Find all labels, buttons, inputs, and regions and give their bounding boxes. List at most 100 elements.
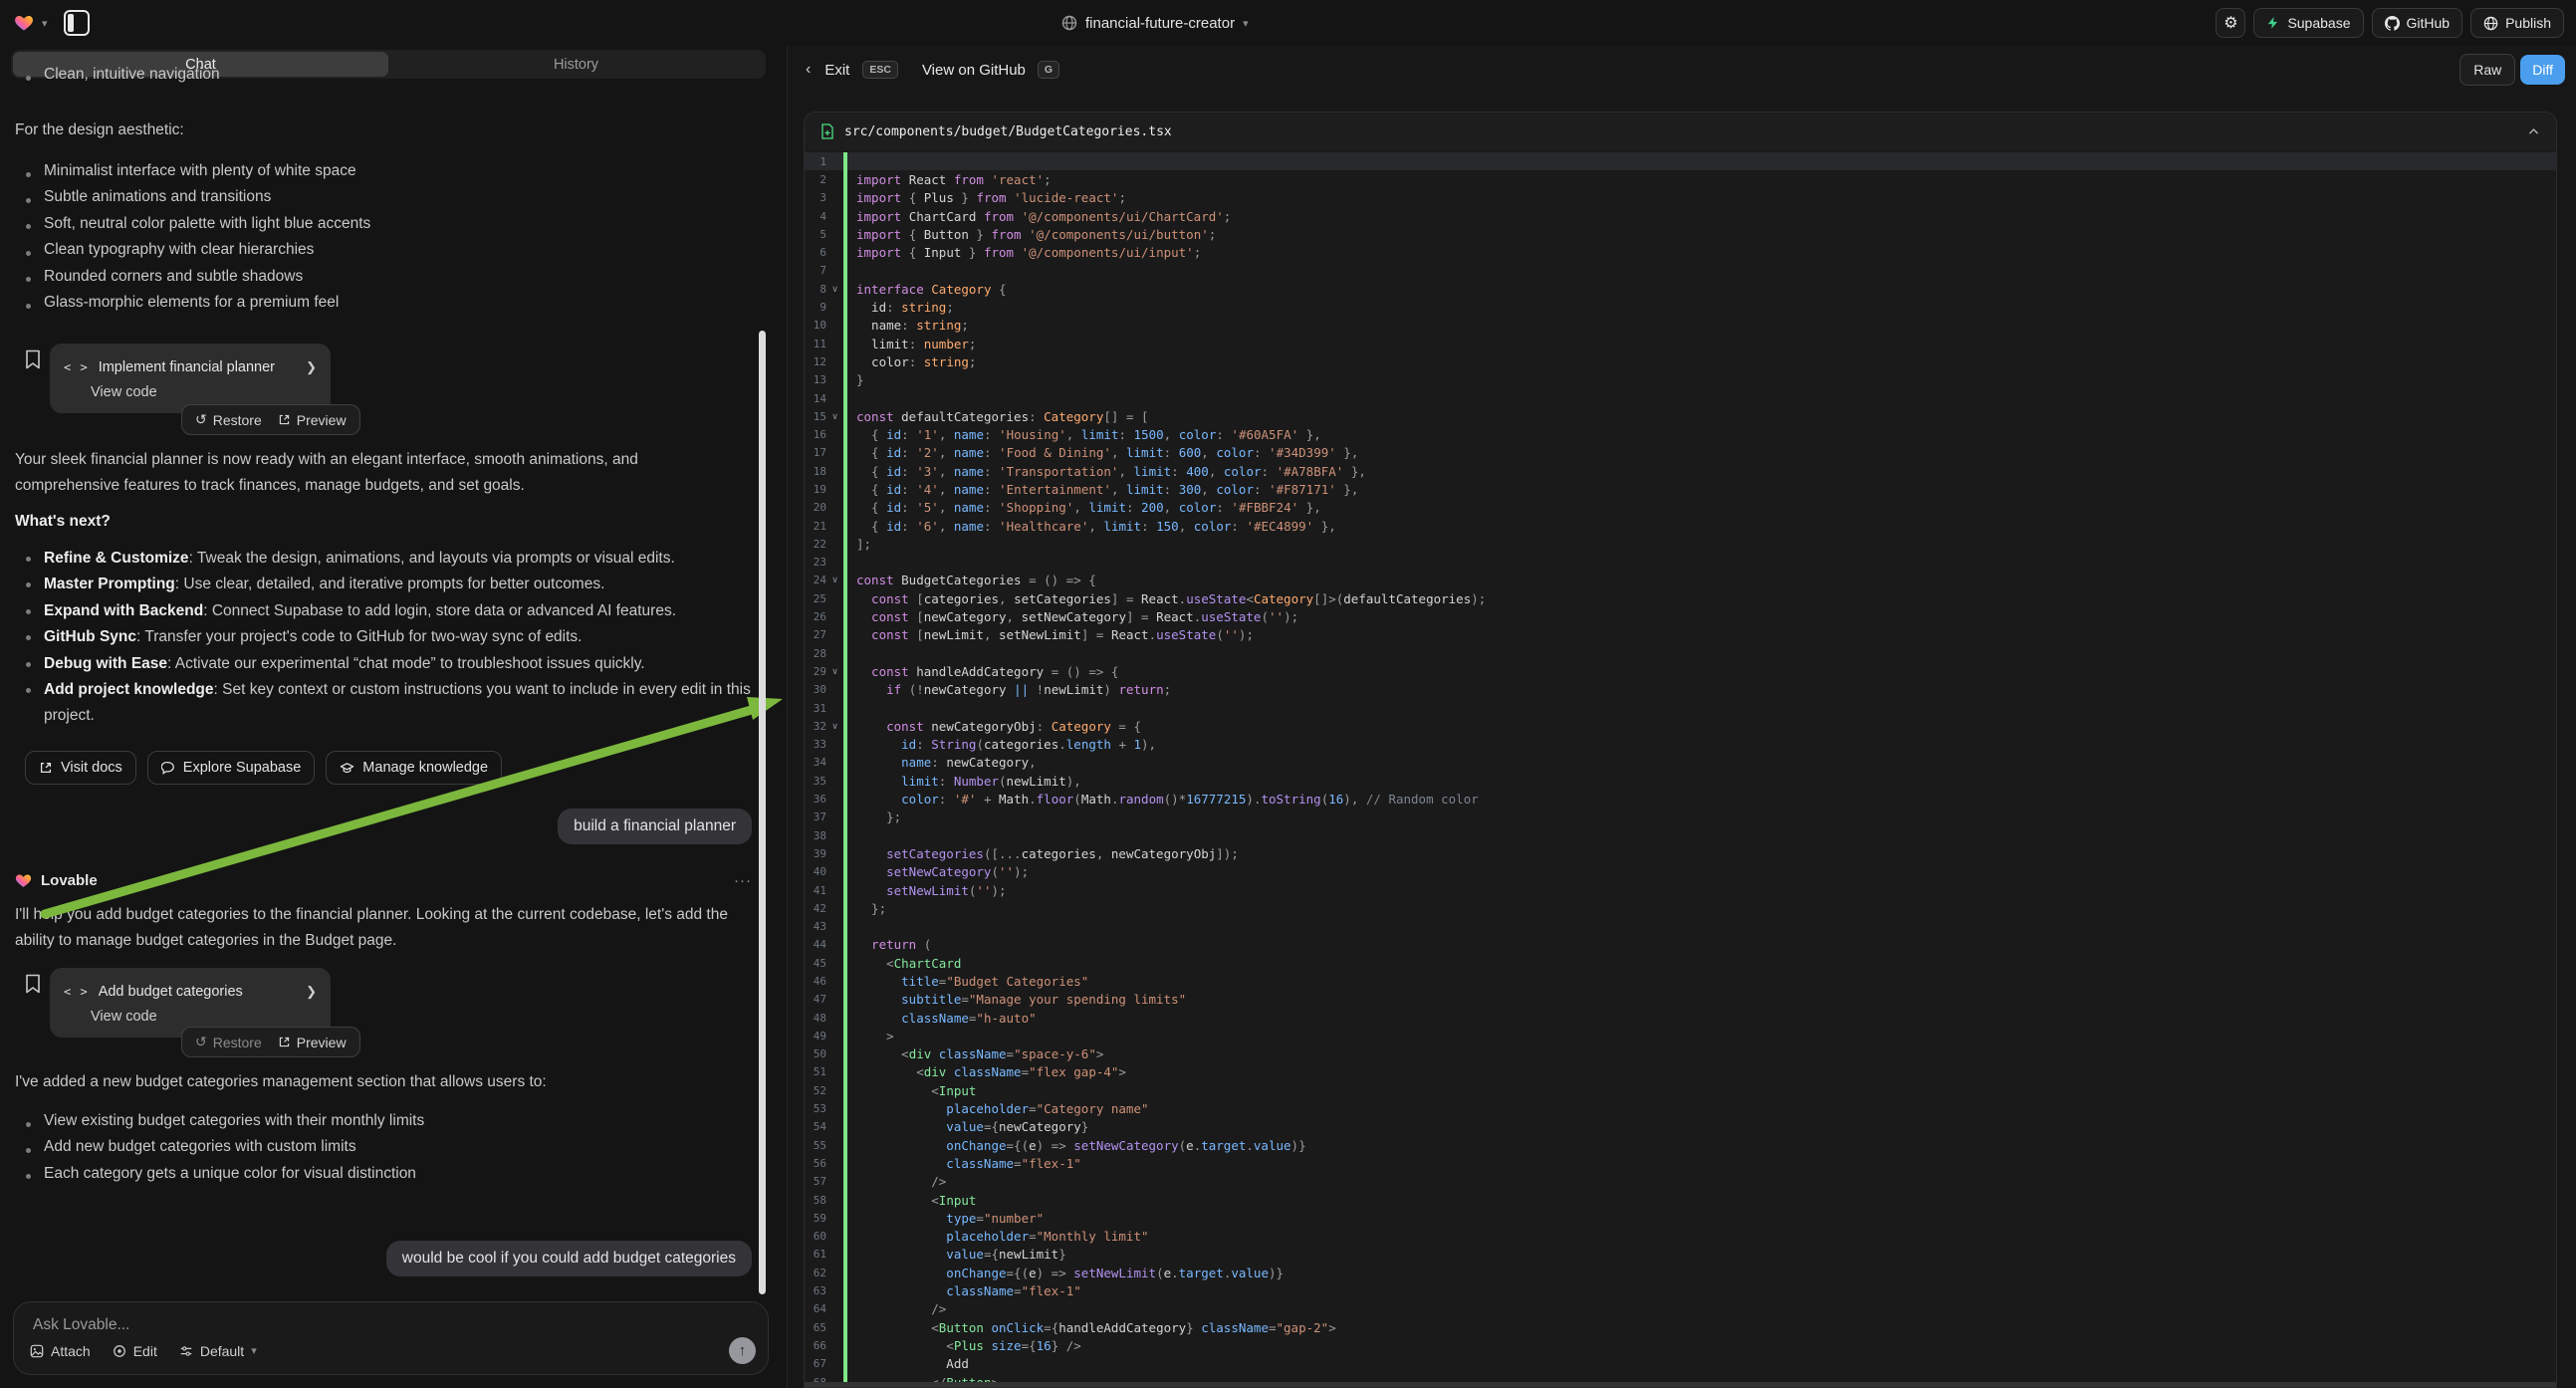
code-view-panel: ‹ Exit ESC View on GitHub G Raw Diff src… (787, 46, 2576, 1388)
fold-chevron-icon[interactable]: ∨ (826, 284, 843, 295)
code-line: 29∨ const handleAddCategory = () => { (805, 662, 2556, 680)
view-on-github-button[interactable]: View on GitHub (922, 62, 1026, 79)
target-icon (113, 1344, 126, 1358)
fold-chevron-icon[interactable]: ∨ (826, 411, 843, 422)
code-line: 37 }; (805, 809, 2556, 826)
code-line: 25 const [categories, setCategories] = R… (805, 589, 2556, 607)
restore-button[interactable]: ↺ Restore (195, 411, 262, 428)
view-code-link[interactable]: View code (91, 384, 317, 400)
edit-mode-button[interactable]: Edit (113, 1343, 157, 1359)
attach-button[interactable]: Attach (30, 1343, 91, 1359)
code-line: 48 className="h-auto" (805, 1009, 2556, 1027)
model-selector[interactable]: Default ▾ (179, 1343, 257, 1359)
code-line: 56 className="flex-1" (805, 1154, 2556, 1172)
top-bar: ▾ financial-future-creator ▾ ⚙ Supabase (0, 0, 2576, 46)
view-code-link[interactable]: View code (91, 1009, 317, 1025)
project-selector[interactable]: financial-future-creator ▾ (1061, 0, 1249, 46)
code-line: 24∨const BudgetCategories = () => { (805, 572, 2556, 589)
sidebar-toggle-icon[interactable] (64, 10, 90, 36)
chevron-right-icon: ❯ (306, 359, 317, 375)
file-path: src/components/budget/BudgetCategories.t… (844, 124, 2517, 139)
bookmark-icon[interactable] (25, 349, 41, 369)
code-view-header: ‹ Exit ESC View on GitHub G Raw Diff (788, 46, 2576, 94)
github-button[interactable]: GitHub (2372, 8, 2463, 38)
send-button[interactable]: ↑ (729, 1337, 756, 1364)
code-line: 41 setNewLimit(''); (805, 881, 2556, 899)
chevron-right-icon: ❯ (306, 984, 317, 1000)
list-item: View existing budget categories with the… (0, 1112, 763, 1138)
chevron-left-icon[interactable]: ‹ (806, 61, 811, 79)
diff-added-bar (843, 152, 847, 170)
lovable-logo-icon[interactable] (14, 13, 34, 33)
line-number: 11 (805, 338, 826, 350)
line-number: 20 (805, 501, 826, 514)
raw-toggle-button[interactable]: Raw (2459, 54, 2515, 86)
line-number: 51 (805, 1065, 826, 1078)
line-number: 30 (805, 683, 826, 696)
chat-scrollbar-thumb[interactable] (759, 331, 766, 1294)
line-number: 10 (805, 319, 826, 332)
preview-button[interactable]: Preview (278, 412, 347, 428)
prompt-input-box[interactable]: Ask Lovable... Attach Edit (13, 1301, 769, 1375)
line-number: 16 (805, 428, 826, 441)
line-number: 43 (805, 920, 826, 933)
line-number: 31 (805, 702, 826, 715)
whats-next-item: Debug with Ease: Activate our experiment… (0, 651, 759, 677)
line-number: 8 (805, 283, 826, 296)
assistant-message-added: I've added a new budget categories manag… (15, 1069, 764, 1095)
explore-supabase-button[interactable]: Explore Supabase (147, 751, 316, 785)
edit-card-implement-financial-planner[interactable]: < > Implement financial planner ❯ View c… (50, 344, 331, 413)
restore-button[interactable]: ↺ Restore (195, 1034, 262, 1050)
code-line: 27 const [newLimit, setNewLimit] = React… (805, 626, 2556, 644)
assistant-name: Lovable (41, 872, 725, 889)
chevron-up-icon[interactable] (2527, 125, 2540, 138)
code-line: 43 (805, 917, 2556, 935)
line-number: 38 (805, 829, 826, 842)
github-icon (2385, 16, 2400, 31)
workspace-chevron-down-icon[interactable]: ▾ (42, 17, 48, 30)
code-line: 54 value={newCategory} (805, 1118, 2556, 1136)
diff-added-bar (843, 826, 847, 844)
line-number: 14 (805, 392, 826, 405)
manage-knowledge-button[interactable]: Manage knowledge (326, 751, 502, 785)
chat-bubble-icon (161, 761, 175, 775)
fold-chevron-icon[interactable]: ∨ (826, 575, 843, 585)
restore-icon: ↺ (195, 1034, 207, 1050)
line-number: 33 (805, 738, 826, 751)
line-number: 46 (805, 975, 826, 988)
whats-next-list: Refine & Customize: Tweak the design, an… (0, 546, 759, 730)
line-number: 42 (805, 902, 826, 915)
diff-toggle-button[interactable]: Diff (2520, 55, 2565, 85)
code-line: 47 subtitle="Manage your spending limits… (805, 991, 2556, 1009)
attach-image-icon (30, 1344, 44, 1358)
line-number: 57 (805, 1175, 826, 1188)
code-line: 53 placeholder="Category name" (805, 1099, 2556, 1117)
code-line: 23 (805, 554, 2556, 572)
line-number: 35 (805, 775, 826, 788)
code-line: 5import { Button } from '@/components/ui… (805, 225, 2556, 243)
list-item: Each category gets a unique color for vi… (0, 1165, 763, 1191)
code-line: 67 Add (805, 1355, 2556, 1373)
line-number: 29 (805, 665, 826, 678)
prompt-placeholder: Ask Lovable... (33, 1316, 129, 1334)
supabase-button[interactable]: Supabase (2253, 8, 2363, 38)
line-number: 28 (805, 647, 826, 660)
publish-button[interactable]: Publish (2470, 8, 2564, 38)
bookmark-icon[interactable] (25, 974, 41, 994)
line-number: 12 (805, 355, 826, 368)
settings-button[interactable]: ⚙ (2216, 8, 2245, 38)
fold-chevron-icon[interactable]: ∨ (826, 666, 843, 677)
exit-button[interactable]: Exit (824, 62, 849, 79)
preview-button[interactable]: Preview (278, 1035, 347, 1050)
line-number: 62 (805, 1267, 826, 1279)
visit-docs-button[interactable]: Visit docs (25, 751, 136, 785)
lovable-app-window: ▾ financial-future-creator ▾ ⚙ Supabase (0, 0, 2576, 1388)
code-horizontal-scrollbar[interactable] (805, 1382, 2556, 1387)
file-header[interactable]: src/components/budget/BudgetCategories.t… (805, 113, 2556, 151)
line-number: 53 (805, 1102, 826, 1115)
arrow-up-icon: ↑ (739, 1342, 747, 1359)
line-number: 45 (805, 957, 826, 970)
message-more-menu-icon[interactable]: ··· (734, 872, 752, 889)
fold-chevron-icon[interactable]: ∨ (826, 721, 843, 732)
code-line: 42 }; (805, 899, 2556, 917)
